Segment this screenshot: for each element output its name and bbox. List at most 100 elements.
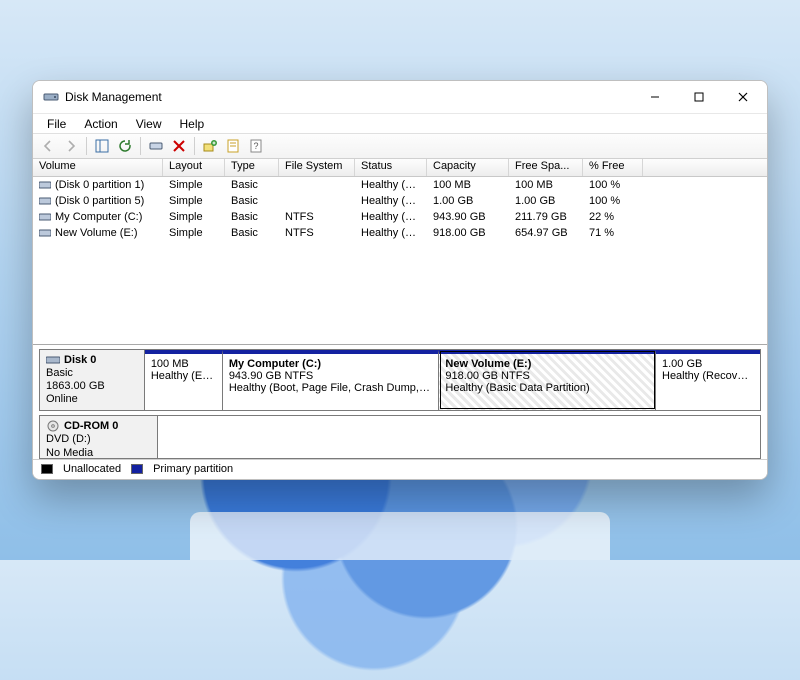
partition-size: 918.00 GB NTFS (445, 370, 649, 382)
disk-0-row[interactable]: Disk 0 Basic 1863.00 GB Online 100 MB He… (39, 349, 761, 411)
volume-list-body: (Disk 0 partition 1) Simple Basic Health… (33, 177, 767, 241)
disk-small-icon (148, 138, 164, 154)
legend-primary: Primary partition (153, 463, 233, 475)
tree-icon (94, 138, 110, 154)
cdrom-type: DVD (D:) (46, 433, 151, 445)
help-icon: ? (248, 138, 264, 154)
forward-button[interactable] (60, 135, 82, 157)
disk-management-icon (43, 89, 59, 105)
partition-title: New Volume (E:) (445, 358, 649, 370)
volume-status: Healthy (B... (355, 227, 427, 239)
menubar: File Action View Help (33, 113, 767, 133)
forward-arrow-icon (63, 138, 79, 154)
rescan-disks-button[interactable] (145, 135, 167, 157)
menu-action[interactable]: Action (76, 116, 125, 132)
col-layout[interactable]: Layout (163, 159, 225, 176)
volume-free: 1.00 GB (509, 195, 583, 207)
volume-type: Basic (225, 211, 279, 223)
disk-name: Disk 0 (64, 354, 96, 366)
menu-file[interactable]: File (39, 116, 74, 132)
menu-help[interactable]: Help (172, 116, 213, 132)
volume-free: 211.79 GB (509, 211, 583, 223)
volume-fs: NTFS (279, 211, 355, 223)
volume-icon (39, 228, 51, 238)
cdrom-name: CD-ROM 0 (64, 420, 118, 432)
cdrom-0-label[interactable]: CD-ROM 0 DVD (D:) No Media (40, 416, 158, 458)
legend: Unallocated Primary partition (33, 459, 767, 477)
volume-list-header: Volume Layout Type File System Status Ca… (33, 159, 767, 177)
partition-size: 100 MB (151, 358, 216, 370)
volume-type: Basic (225, 227, 279, 239)
partition-efi[interactable]: 100 MB Healthy (EFI Sy (145, 350, 223, 410)
partition-size: 1.00 GB (662, 358, 754, 370)
volume-name: (Disk 0 partition 5) (55, 195, 144, 207)
disk-size: 1863.00 GB (46, 380, 138, 392)
col-filesystem[interactable]: File System (279, 159, 355, 176)
hard-disk-icon (46, 354, 60, 366)
volume-layout: Simple (163, 227, 225, 239)
minimize-button[interactable] (633, 82, 677, 112)
volume-icon (39, 180, 51, 190)
disk-0-partitions: 100 MB Healthy (EFI Sy My Computer (C:) … (145, 350, 760, 410)
properties-icon (225, 138, 241, 154)
titlebar[interactable]: Disk Management (33, 81, 767, 113)
close-button[interactable] (721, 82, 765, 112)
partition-c[interactable]: My Computer (C:) 943.90 GB NTFS Healthy … (223, 350, 440, 410)
volume-row[interactable]: (Disk 0 partition 1) Simple Basic Health… (33, 177, 767, 193)
col-capacity[interactable]: Capacity (427, 159, 509, 176)
taskbar-hint (190, 512, 610, 560)
volume-type: Basic (225, 179, 279, 191)
partition-status: Healthy (Recovery Partiti (662, 370, 754, 382)
col-type[interactable]: Type (225, 159, 279, 176)
col-freespace[interactable]: Free Spa... (509, 159, 583, 176)
legend-unallocated: Unallocated (63, 463, 121, 475)
volume-free: 654.97 GB (509, 227, 583, 239)
back-button[interactable] (37, 135, 59, 157)
show-hide-console-tree-button[interactable] (91, 135, 113, 157)
volume-layout: Simple (163, 195, 225, 207)
cdrom-0-row[interactable]: CD-ROM 0 DVD (D:) No Media (39, 415, 761, 459)
volume-row[interactable]: My Computer (C:) Simple Basic NTFS Healt… (33, 209, 767, 225)
swatch-unallocated (41, 464, 53, 474)
col-pctfree[interactable]: % Free (583, 159, 643, 176)
volume-icon (39, 196, 51, 206)
volume-name: My Computer (C:) (55, 211, 142, 223)
volume-status: Healthy (B... (355, 211, 427, 223)
toolbar: ? (33, 133, 767, 159)
volume-layout: Simple (163, 179, 225, 191)
volume-capacity: 918.00 GB (427, 227, 509, 239)
help-button[interactable]: ? (245, 135, 267, 157)
properties-button[interactable] (222, 135, 244, 157)
disk-type: Basic (46, 367, 138, 379)
volume-fs: NTFS (279, 227, 355, 239)
volume-name: (Disk 0 partition 1) (55, 179, 144, 191)
volume-icon (39, 212, 51, 222)
partition-size: 943.90 GB NTFS (229, 370, 433, 382)
partition-recovery[interactable]: 1.00 GB Healthy (Recovery Partiti (656, 350, 760, 410)
volume-pct: 71 % (583, 227, 643, 239)
partition-e-selected[interactable]: New Volume (E:) 918.00 GB NTFS Healthy (… (439, 350, 656, 410)
volume-row[interactable]: New Volume (E:) Simple Basic NTFS Health… (33, 225, 767, 241)
new-simple-volume-button[interactable] (199, 135, 221, 157)
partition-title: My Computer (C:) (229, 358, 433, 370)
maximize-button[interactable] (677, 82, 721, 112)
menu-view[interactable]: View (128, 116, 170, 132)
volume-pct: 100 % (583, 179, 643, 191)
disk-0-label[interactable]: Disk 0 Basic 1863.00 GB Online (40, 350, 145, 410)
volume-name: New Volume (E:) (55, 227, 138, 239)
delete-button[interactable] (168, 135, 190, 157)
svg-text:?: ? (253, 141, 258, 151)
volume-free: 100 MB (509, 179, 583, 191)
disk-management-window: Disk Management File Action View Help (32, 80, 768, 480)
col-status[interactable]: Status (355, 159, 427, 176)
partition-status: Healthy (EFI Sy (151, 370, 216, 382)
cdrom-empty-area (158, 416, 760, 458)
swatch-primary (131, 464, 143, 474)
refresh-button[interactable] (114, 135, 136, 157)
graphical-view-pane: Disk 0 Basic 1863.00 GB Online 100 MB He… (33, 345, 767, 479)
col-volume[interactable]: Volume (33, 159, 163, 176)
volume-layout: Simple (163, 211, 225, 223)
volume-row[interactable]: (Disk 0 partition 5) Simple Basic Health… (33, 193, 767, 209)
partition-status: Healthy (Basic Data Partition) (445, 382, 649, 394)
refresh-icon (117, 138, 133, 154)
